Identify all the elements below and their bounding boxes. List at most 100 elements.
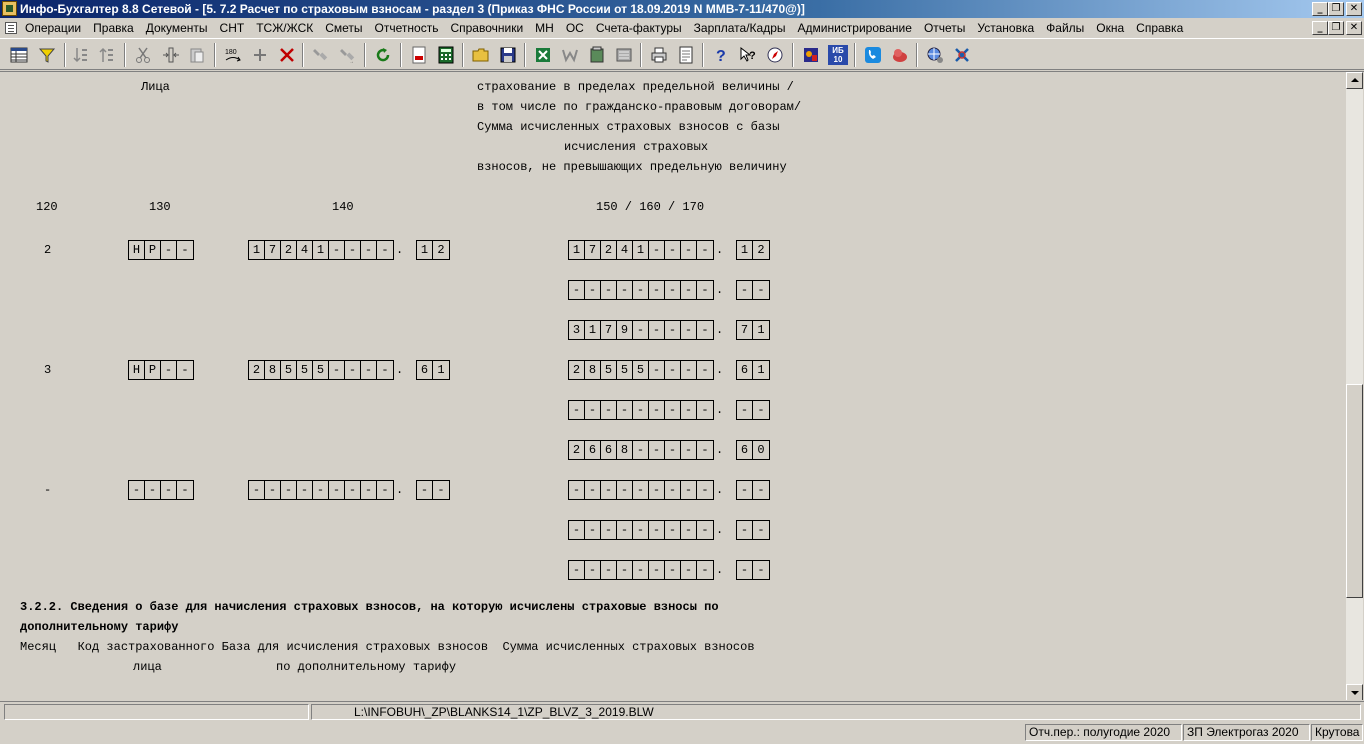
sum-rub-box[interactable]: 2668----- (568, 440, 714, 460)
table-view-icon[interactable] (8, 44, 30, 66)
menu-item-13[interactable]: Отчеты (924, 21, 965, 35)
sum-rub-box[interactable]: --------- (568, 560, 714, 580)
word-icon[interactable] (559, 44, 581, 66)
menu-item-12[interactable]: Администрирование (798, 21, 912, 35)
sum-kop-box[interactable]: 71 (736, 320, 770, 340)
sum-kop-box[interactable]: 60 (736, 440, 770, 460)
base-rub-box[interactable]: 28555---- (248, 360, 394, 380)
sum-kop-box[interactable]: -- (736, 480, 770, 500)
sort-asc-icon[interactable] (70, 44, 92, 66)
cloud-icon[interactable] (889, 44, 911, 66)
menu-bar: Операции Правка Документы СНТ ТСЖ/ЖСК Сметы От… (0, 18, 1364, 38)
add-icon[interactable] (249, 44, 271, 66)
flashlight-next-icon[interactable]: → (337, 44, 359, 66)
refresh-icon[interactable] (372, 44, 394, 66)
menu-item-1[interactable]: Правка (93, 21, 134, 35)
scroll-down-button[interactable] (1346, 684, 1363, 700)
delete-icon[interactable] (276, 44, 298, 66)
sum-rub-box[interactable]: 28555---- (568, 360, 714, 380)
base-rub-box[interactable]: --------- (248, 480, 394, 500)
sum-rub-box[interactable]: --------- (568, 480, 714, 500)
scroll-up-button[interactable] (1346, 72, 1363, 89)
menu-item-8[interactable]: МН (535, 21, 554, 35)
insured-code-box[interactable]: НР-- (128, 240, 194, 260)
base-rub-box[interactable]: 17241---- (248, 240, 394, 260)
filter-icon[interactable] (36, 44, 58, 66)
menu-item-14[interactable]: Установка (977, 21, 1034, 35)
menu-item-10[interactable]: Счета-фактуры (596, 21, 682, 35)
sum-rub-box[interactable]: 17241---- (568, 240, 714, 260)
vertical-scrollbar[interactable] (1346, 72, 1363, 700)
svg-text:?: ? (749, 50, 756, 62)
sum-rub-box[interactable]: 3179----- (568, 320, 714, 340)
calculator-icon[interactable] (435, 44, 457, 66)
excel-icon[interactable] (532, 44, 554, 66)
file-status-bar: L:\INFOBUH\_ZP\BLANKS14_1\ZP_BLVZ_3_2019… (0, 701, 1364, 721)
document-icon[interactable] (5, 22, 17, 34)
help-icon[interactable]: ? (710, 44, 732, 66)
menu-item-4[interactable]: ТСЖ/ЖСК (256, 21, 313, 35)
archive-icon[interactable] (613, 44, 635, 66)
menu-item-0[interactable]: Операции (25, 21, 81, 35)
form-cell: - (633, 521, 649, 539)
open-folder-icon[interactable] (470, 44, 492, 66)
sum-kop-box[interactable]: -- (736, 400, 770, 420)
paste-icon[interactable] (186, 44, 208, 66)
col-code-140: 140 (332, 200, 354, 214)
notes-icon[interactable] (800, 44, 822, 66)
form-cell: - (701, 403, 709, 417)
base-kop-box[interactable]: -- (416, 480, 450, 500)
compass-icon[interactable] (764, 44, 786, 66)
menu-item-5[interactable]: Сметы (325, 21, 362, 35)
preview-icon[interactable] (675, 44, 697, 66)
sum-kop-box[interactable]: 12 (736, 240, 770, 260)
rotate-180-icon[interactable]: 180 (222, 44, 244, 66)
insert-column-icon[interactable] (160, 44, 182, 66)
form-cell: - (417, 481, 433, 499)
menu-item-15[interactable]: Файлы (1046, 21, 1084, 35)
menu-item-11[interactable]: Зарплата/Кадры (694, 21, 786, 35)
sum-rub-box[interactable]: --------- (568, 280, 714, 300)
flashlight-icon[interactable] (310, 44, 332, 66)
sum-rub-box[interactable]: --------- (568, 520, 714, 540)
doc-minimize-button[interactable]: _ (1312, 21, 1328, 35)
menu-item-6[interactable]: Отчетность (375, 21, 439, 35)
insured-code-box[interactable]: ---- (128, 480, 194, 500)
menu-item-17[interactable]: Справка (1136, 21, 1183, 35)
print-icon[interactable] (648, 44, 670, 66)
base-kop-box[interactable]: 12 (416, 240, 450, 260)
sum-kop-box[interactable]: -- (736, 560, 770, 580)
sum-rub-box[interactable]: --------- (568, 400, 714, 420)
save-icon[interactable] (497, 44, 519, 66)
menu-item-9[interactable]: ОС (566, 21, 584, 35)
context-help-icon[interactable]: ? (737, 44, 759, 66)
decimal-point: . (396, 243, 404, 257)
info-badge-icon[interactable]: ИБ 10 (827, 44, 849, 66)
scroll-thumb[interactable] (1346, 384, 1363, 598)
telephone-icon[interactable] (862, 44, 884, 66)
form-cell: - (329, 241, 345, 259)
app-icon[interactable] (2, 1, 17, 16)
export-icon[interactable] (586, 44, 608, 66)
sum-kop-box[interactable]: 61 (736, 360, 770, 380)
sort-desc-icon[interactable] (96, 44, 118, 66)
pdf-icon[interactable] (408, 44, 430, 66)
doc-close-button[interactable]: ✕ (1346, 21, 1362, 35)
insured-code-box[interactable]: НР-- (128, 360, 194, 380)
menu-item-2[interactable]: Документы (146, 21, 208, 35)
tools-icon[interactable] (951, 44, 973, 66)
cut-icon[interactable] (132, 44, 154, 66)
sum-kop-box[interactable]: -- (736, 280, 770, 300)
close-button[interactable]: ✕ (1346, 2, 1362, 16)
menu-item-16[interactable]: Окна (1096, 21, 1124, 35)
web-icon[interactable] (924, 44, 946, 66)
form-cell: - (649, 321, 665, 339)
sum-kop-box[interactable]: -- (736, 520, 770, 540)
menu-item-3[interactable]: СНТ (220, 21, 245, 35)
doc-restore-button[interactable]: ❐ (1328, 21, 1344, 35)
minimize-button[interactable]: _ (1312, 2, 1328, 16)
base-kop-box[interactable]: 61 (416, 360, 450, 380)
restore-button[interactable]: ❐ (1328, 2, 1344, 16)
form-cell: 1 (417, 241, 433, 259)
menu-item-7[interactable]: Справочники (450, 21, 523, 35)
